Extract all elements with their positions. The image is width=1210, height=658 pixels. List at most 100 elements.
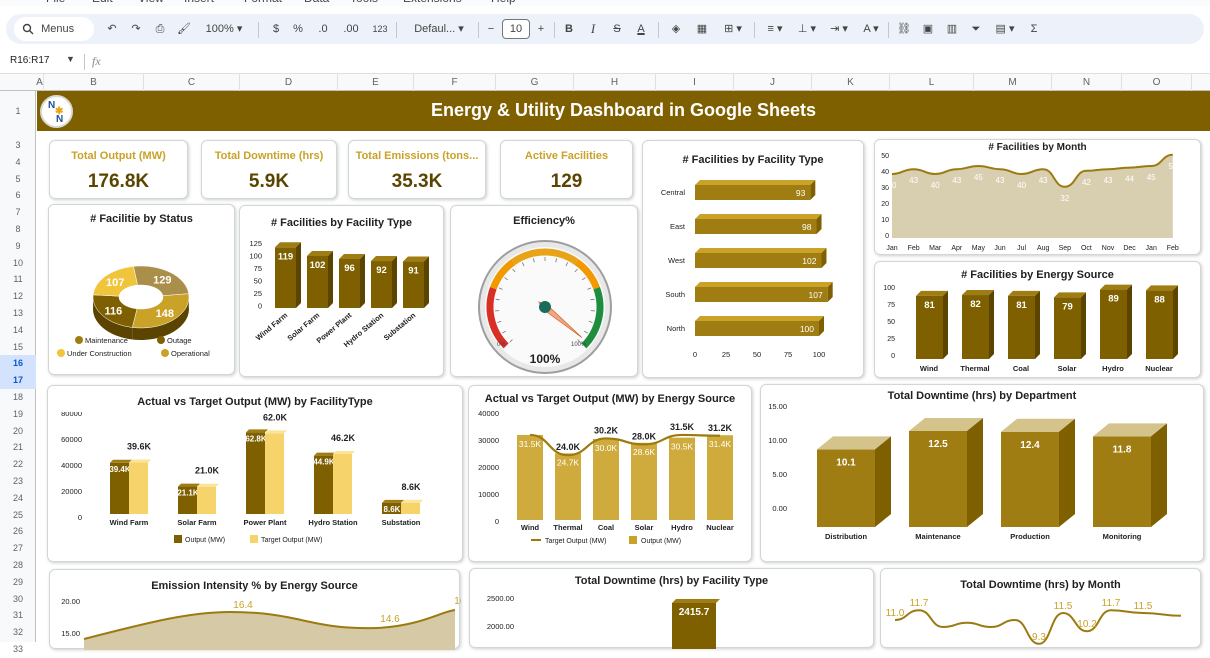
chart-emission-intensity[interactable]: Emission Intensity % by Energy Source20.… <box>49 569 460 649</box>
menu-insert[interactable]: Insert <box>184 0 214 5</box>
zoom-select[interactable]: 100% ▾ <box>198 14 250 44</box>
strikethrough-button[interactable]: S <box>608 14 626 44</box>
chart-facilities-by-status[interactable]: # Facilitie by Status129148116107Mainten… <box>48 204 235 375</box>
chart-icon[interactable]: ▥ <box>942 14 962 44</box>
row-header[interactable]: 14 <box>0 322 36 339</box>
row-header[interactable]: 15 <box>0 339 36 356</box>
filter-icon[interactable]: ⏷ <box>966 14 986 44</box>
menu-edit[interactable]: Edit <box>92 0 113 5</box>
number-format-button[interactable]: 123 <box>368 14 392 44</box>
row-header[interactable]: 19 <box>0 406 36 423</box>
filter-views-icon[interactable]: ▤ ▾ <box>990 14 1020 44</box>
chart-efficiency[interactable]: Efficiency%0%100%100% <box>450 205 638 377</box>
chart-actual-vs-target-by-type[interactable]: Actual vs Target Output (MW) by Facility… <box>47 385 463 562</box>
column-header[interactable]: O <box>1122 74 1192 91</box>
undo-icon[interactable]: ↶ <box>102 14 122 44</box>
sheet-grid[interactable]: N✱N Energy & Utility Dashboard in Google… <box>37 91 1210 642</box>
column-header[interactable]: K <box>812 74 890 91</box>
menu-extensions[interactable]: Extensions <box>403 0 462 5</box>
row-header[interactable]: 27 <box>0 540 36 557</box>
row-header[interactable]: 5 <box>0 171 36 188</box>
print-icon[interactable]: ⎙ <box>150 14 170 44</box>
column-header[interactable]: H <box>574 74 656 91</box>
column-header[interactable]: J <box>734 74 812 91</box>
column-header[interactable]: A <box>36 74 44 91</box>
row-header[interactable]: 4 <box>0 154 36 171</box>
chart-facilities-by-energy-source[interactable]: # Facilities by Energy Source10075502508… <box>874 261 1201 378</box>
row-header[interactable]: 17 <box>0 372 36 389</box>
chart-actual-vs-target-by-source[interactable]: Actual vs Target Output (MW) by Energy S… <box>468 385 752 562</box>
currency-button[interactable]: $ <box>268 14 284 44</box>
text-color-button[interactable]: A <box>632 14 650 44</box>
chart-facilities-by-type[interactable]: # Facilities by Facility Type12510075502… <box>239 205 444 377</box>
row-header[interactable]: 13 <box>0 305 36 322</box>
chart-facilities-by-month[interactable]: # Facilities by Month5040302010040434043… <box>874 139 1201 255</box>
vertical-align-icon[interactable]: ⊥ ▾ <box>792 14 822 44</box>
row-header[interactable]: 3 <box>0 137 36 154</box>
row-header[interactable]: 1 <box>0 91 36 131</box>
italic-button[interactable]: I <box>584 14 602 44</box>
chart-downtime-by-month[interactable]: Total Downtime (hrs) by Month11.011.79.3… <box>880 568 1201 648</box>
decrease-decimal-button[interactable]: .0 <box>312 14 334 44</box>
row-header[interactable]: 29 <box>0 574 36 591</box>
menu-help[interactable]: Help <box>491 0 516 5</box>
increase-decimal-button[interactable]: .00 <box>338 14 364 44</box>
column-header[interactable]: M <box>974 74 1052 91</box>
redo-icon[interactable]: ↷ <box>126 14 146 44</box>
row-header[interactable]: 26 <box>0 523 36 540</box>
text-rotation-icon[interactable]: A ▾ <box>856 14 886 44</box>
functions-icon[interactable]: Σ <box>1024 14 1044 44</box>
row-header[interactable]: 11 <box>0 271 36 288</box>
name-box[interactable]: R16:R17 <box>10 55 49 66</box>
align-icon[interactable]: ≡ ▾ <box>760 14 790 44</box>
row-header[interactable]: 6 <box>0 187 36 204</box>
name-box-dropdown-icon[interactable]: ▼ <box>66 54 75 64</box>
row-header[interactable]: 31 <box>0 607 36 624</box>
menu-tools[interactable]: Tools <box>350 0 378 5</box>
column-header[interactable]: E <box>338 74 414 91</box>
font-size-increase-button[interactable]: + <box>534 14 548 44</box>
row-header[interactable]: 20 <box>0 423 36 440</box>
menu-data[interactable]: Data <box>304 0 329 5</box>
comment-icon[interactable]: ▣ <box>918 14 938 44</box>
row-header[interactable]: 28 <box>0 557 36 574</box>
column-header[interactable]: G <box>496 74 574 91</box>
column-header[interactable]: C <box>144 74 240 91</box>
row-header[interactable]: 25 <box>0 507 36 524</box>
menu-file[interactable]: File <box>46 0 65 5</box>
row-header[interactable]: 24 <box>0 490 36 507</box>
column-header[interactable]: B <box>44 74 144 91</box>
row-header[interactable]: 7 <box>0 204 36 221</box>
row-header[interactable]: 8 <box>0 221 36 238</box>
chart-downtime-by-department[interactable]: Total Downtime (hrs) by Department15.001… <box>760 384 1204 562</box>
paint-format-icon[interactable]: 🖌 <box>174 14 194 44</box>
column-header[interactable]: L <box>890 74 974 91</box>
merge-cells-icon[interactable]: ⊞ ▾ <box>716 14 750 44</box>
row-header[interactable]: 16 <box>0 355 36 372</box>
column-header[interactable]: N <box>1052 74 1122 91</box>
row-header[interactable]: 32 <box>0 624 36 641</box>
font-select[interactable]: Defaul... ▾ <box>404 14 474 44</box>
row-header[interactable]: 12 <box>0 288 36 305</box>
row-header[interactable]: 33 <box>0 641 36 658</box>
font-size-decrease-button[interactable]: − <box>484 14 498 44</box>
bold-button[interactable]: B <box>560 14 578 44</box>
font-size-input[interactable]: 10 <box>502 19 530 39</box>
row-header[interactable]: 23 <box>0 473 36 490</box>
percent-button[interactable]: % <box>290 14 306 44</box>
row-header[interactable]: 18 <box>0 389 36 406</box>
fill-color-icon[interactable]: ◈ <box>666 14 686 44</box>
column-header[interactable]: F <box>414 74 496 91</box>
chart-facilities-by-region[interactable]: # Facilities by Facility TypeCentral93Ea… <box>642 140 864 378</box>
chart-downtime-by-facility-type[interactable]: Total Downtime (hrs) by Facility Type250… <box>469 568 874 648</box>
formula-input[interactable] <box>115 52 1195 72</box>
row-header[interactable]: 10 <box>0 255 36 272</box>
column-header[interactable]: I <box>656 74 734 91</box>
menu-format[interactable]: Format <box>244 0 282 5</box>
column-header[interactable]: D <box>240 74 338 91</box>
row-header[interactable]: 30 <box>0 591 36 608</box>
menu-view[interactable]: View <box>138 0 164 5</box>
borders-icon[interactable]: ▦ <box>692 14 712 44</box>
link-icon[interactable]: ⛓ <box>894 14 914 44</box>
row-header[interactable]: 9 <box>0 238 36 255</box>
